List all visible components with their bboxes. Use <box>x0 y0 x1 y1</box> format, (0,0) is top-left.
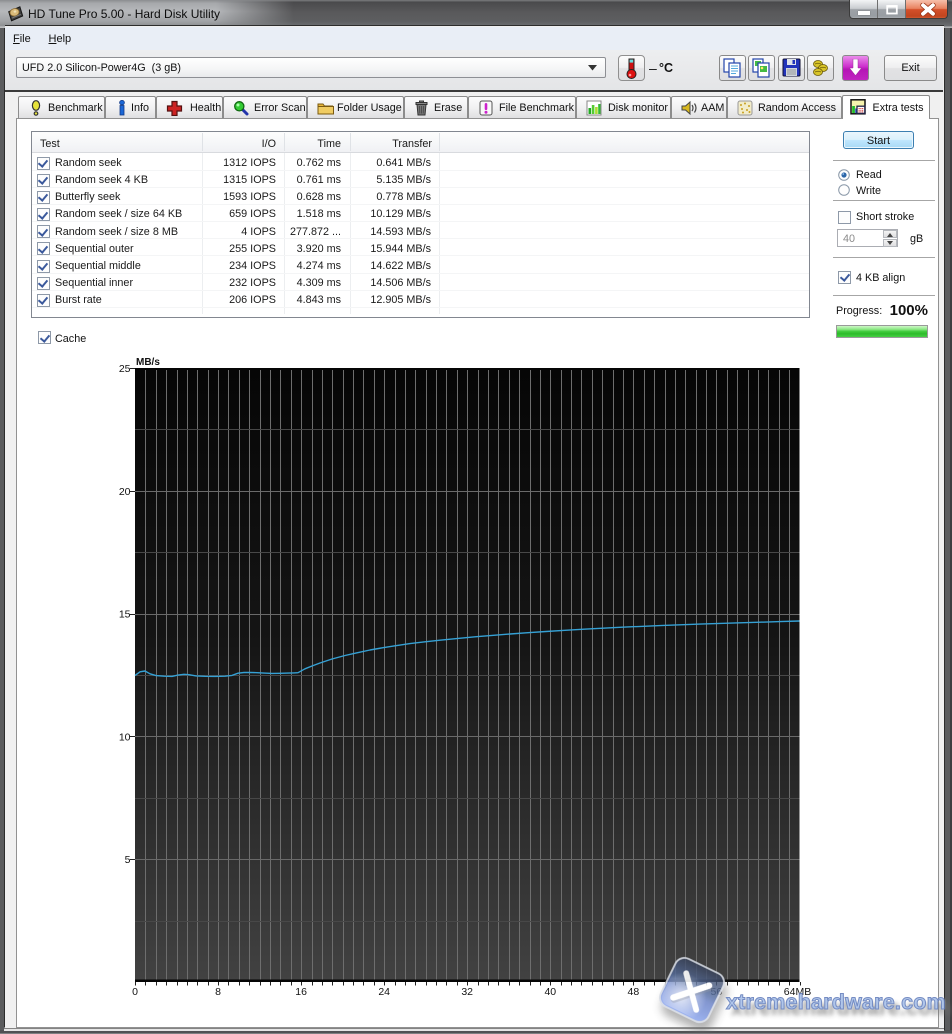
svg-text:25: 25 <box>119 363 131 375</box>
svg-text:8: 8 <box>215 986 221 998</box>
svg-text:40: 40 <box>544 986 556 998</box>
svg-text:MB/s: MB/s <box>136 357 160 368</box>
svg-text:48: 48 <box>628 986 640 998</box>
svg-text:56: 56 <box>711 986 723 998</box>
svg-text:15: 15 <box>119 609 131 621</box>
svg-text:20: 20 <box>119 486 131 498</box>
svg-text:24: 24 <box>378 986 390 998</box>
svg-text:32: 32 <box>461 986 473 998</box>
svg-text:16: 16 <box>295 986 307 998</box>
svg-text:64MB: 64MB <box>784 986 811 998</box>
svg-text:0: 0 <box>132 986 138 998</box>
svg-text:10: 10 <box>119 731 131 743</box>
svg-text:5: 5 <box>125 854 131 866</box>
